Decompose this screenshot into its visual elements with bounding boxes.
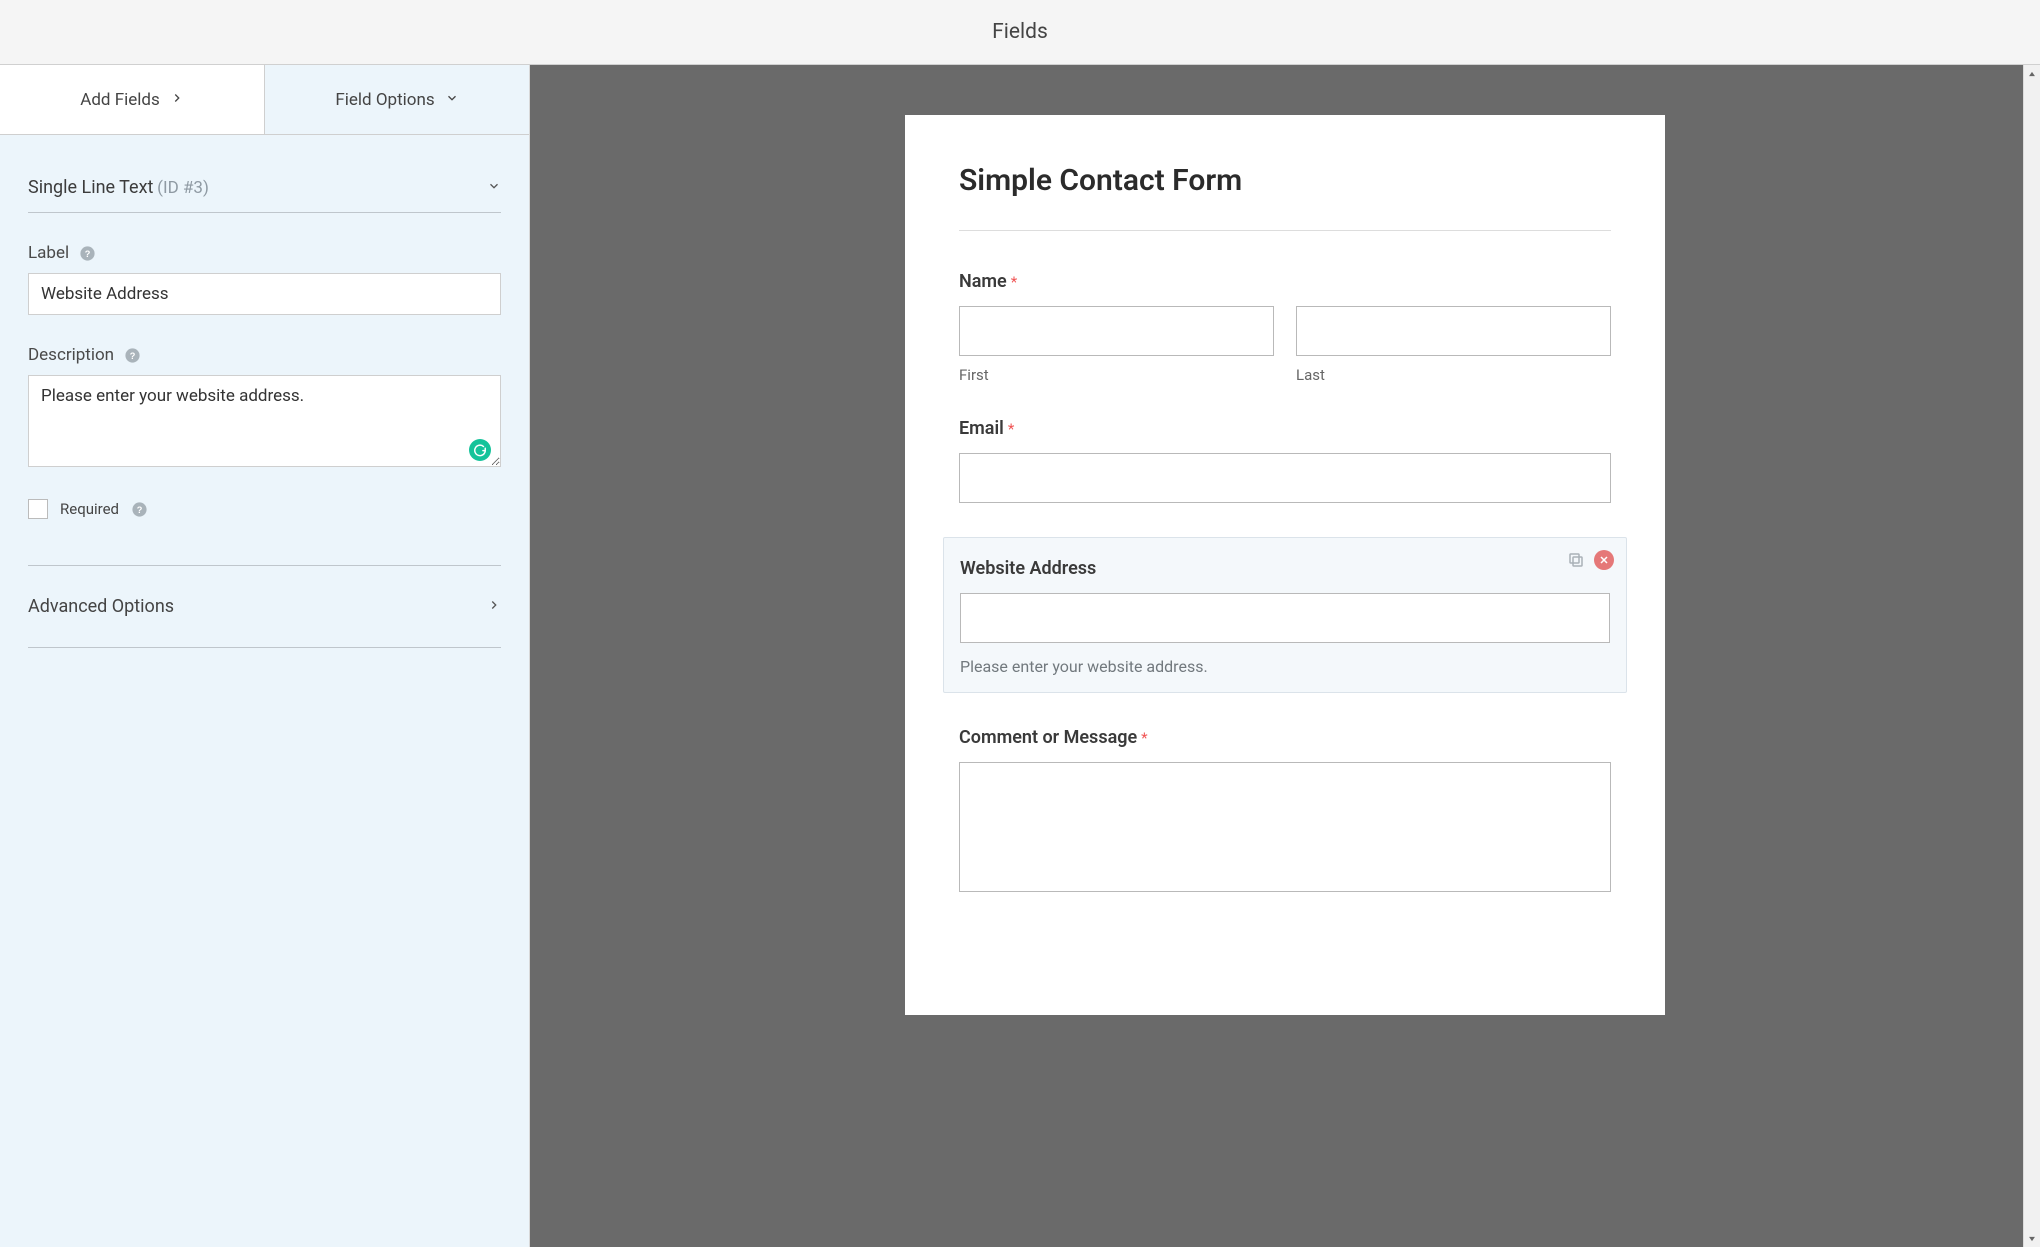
required-star: * <box>1141 729 1147 747</box>
svg-text:?: ? <box>137 505 143 515</box>
delete-icon[interactable] <box>1594 550 1614 570</box>
scroll-down-icon[interactable] <box>2024 1230 2040 1247</box>
tab-field-options[interactable]: Field Options <box>265 65 529 134</box>
description-caption: Description <box>28 345 114 365</box>
website-input[interactable] <box>960 593 1610 643</box>
help-icon[interactable]: ? <box>124 347 141 364</box>
field-type-label: Single Line Text <box>28 177 153 198</box>
topbar: Fields <box>0 0 2040 65</box>
label-section: Label ? <box>28 243 501 315</box>
duplicate-icon[interactable] <box>1566 550 1586 570</box>
description-input[interactable] <box>28 375 501 467</box>
required-checkbox[interactable] <box>28 499 48 519</box>
field-comment[interactable]: Comment or Message * <box>959 727 1611 892</box>
sidebar-tabs: Add Fields Field Options <box>0 65 529 135</box>
label-caption: Label <box>28 243 69 263</box>
last-caption: Last <box>1296 366 1611 384</box>
comment-textarea[interactable] <box>959 762 1611 892</box>
chevron-right-icon <box>487 596 501 617</box>
chevron-right-icon <box>170 90 184 110</box>
chevron-down-icon <box>445 90 459 110</box>
required-label: Required <box>60 500 119 518</box>
field-email[interactable]: Email * <box>959 418 1611 503</box>
email-input[interactable] <box>959 453 1611 503</box>
required-star: * <box>1011 273 1017 291</box>
field-email-label: Email <box>959 418 1004 439</box>
form-paper: Simple Contact Form Name * First <box>905 115 1665 1015</box>
required-star: * <box>1008 420 1014 438</box>
description-section: Description ? <box>28 345 501 471</box>
field-website-description: Please enter your website address. <box>960 657 1610 676</box>
first-name-input[interactable] <box>959 306 1274 356</box>
form-title: Simple Contact Form <box>959 163 1611 231</box>
field-name[interactable]: Name * First Last <box>959 271 1611 384</box>
sidebar: Add Fields Field Options Single Line Tex… <box>0 65 530 1247</box>
field-comment-label: Comment or Message <box>959 727 1137 748</box>
chevron-down-icon <box>487 179 501 197</box>
help-icon[interactable]: ? <box>131 501 148 518</box>
field-name-label: Name <box>959 271 1007 292</box>
last-name-input[interactable] <box>1296 306 1611 356</box>
preview-scrollbar[interactable] <box>2023 65 2040 1247</box>
svg-text:?: ? <box>85 249 91 259</box>
tab-add-fields-label: Add Fields <box>80 90 160 110</box>
field-header-toggle[interactable]: Single Line Text (ID #3) <box>28 163 501 213</box>
tab-field-options-label: Field Options <box>335 90 434 110</box>
field-website-label: Website Address <box>960 558 1096 579</box>
preview-area: Simple Contact Form Name * First <box>530 65 2040 1247</box>
scroll-up-icon[interactable] <box>2024 65 2040 82</box>
required-row: Required ? <box>28 499 501 566</box>
label-input[interactable] <box>28 273 501 315</box>
svg-text:?: ? <box>130 351 136 361</box>
first-caption: First <box>959 366 1274 384</box>
advanced-options-toggle[interactable]: Advanced Options <box>28 566 501 648</box>
field-id-label: (ID #3) <box>157 178 209 198</box>
grammarly-icon[interactable] <box>469 439 491 461</box>
topbar-title: Fields <box>992 20 1048 44</box>
field-website-selected[interactable]: Website Address Please enter your websit… <box>943 537 1627 693</box>
preview-scroll[interactable]: Simple Contact Form Name * First <box>530 65 2040 1247</box>
advanced-options-label: Advanced Options <box>28 596 174 617</box>
tab-add-fields[interactable]: Add Fields <box>0 65 265 134</box>
help-icon[interactable]: ? <box>79 245 96 262</box>
field-options-panel: Single Line Text (ID #3) Label ? <box>0 135 529 668</box>
